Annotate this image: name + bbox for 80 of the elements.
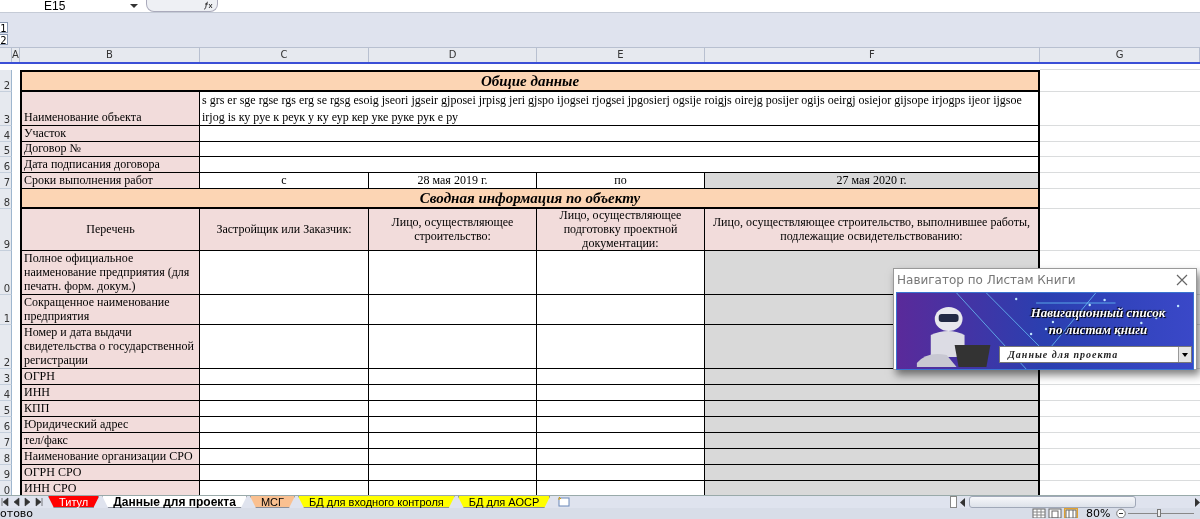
- function-icon: [203, 1, 213, 10]
- row-header[interactable]: 4: [0, 385, 12, 401]
- row-label: Номер и дата выдачи свидетельства о государственной регистрации: [20, 325, 200, 369]
- zoom-level[interactable]: 80%: [1086, 508, 1116, 519]
- row-label: ОГРН СРО: [20, 465, 200, 481]
- column-heading: Лицо, осуществляющее строительство:: [369, 209, 537, 251]
- insert-function-button[interactable]: [146, 0, 218, 12]
- outline-level-button[interactable]: 2: [0, 34, 8, 45]
- row-label: тел/факс: [20, 433, 200, 449]
- row-label: ОГРН: [20, 369, 200, 385]
- field-label: Дата подписания договора: [20, 157, 200, 173]
- row-header[interactable]: 9: [0, 465, 12, 481]
- column-heading: Застройщик или Заказчик:: [200, 209, 369, 251]
- outline-level-button[interactable]: 1: [0, 22, 8, 33]
- column-header[interactable]: D: [369, 48, 537, 62]
- column-heading: Лицо, осуществляющее строительство, выполнившее работы, подлежащие освидетельствованию:: [705, 209, 1040, 251]
- row-header[interactable]: 1: [0, 295, 12, 325]
- last-sheet-icon[interactable]: [33, 496, 44, 508]
- zoom-out-icon[interactable]: [1116, 508, 1126, 518]
- scrollbar-thumb[interactable]: [969, 496, 1136, 508]
- column-heading: Лицо, осуществляющее подготовку проектной документации:: [537, 209, 705, 251]
- scroll-left-icon[interactable]: [960, 497, 966, 507]
- row-header[interactable]: 8: [0, 189, 12, 209]
- row-label: Наименование организации СРО: [20, 449, 200, 465]
- table-cell: s grs er sge rgse rgs erg se rgsg esoig jseori jgseir gjposei jrpisg jeri gjspo ijogsei rjogsei jpgosierj ogsije roigjs oirejg posijer ogijs oeirgj osiejor gijsope irjogps ijeor ijgsoe irjog is ку руе к реук у ку еур кер уке руке рук е ру: [200, 92, 1040, 126]
- dialog-title: Навигатор по Листам Книги: [897, 273, 1076, 287]
- row-header[interactable]: 9: [0, 209, 12, 251]
- row-header[interactable]: 2: [0, 325, 12, 369]
- sheet-tab[interactable]: Титул: [48, 496, 100, 508]
- column-header[interactable]: A: [12, 48, 20, 62]
- close-icon[interactable]: [1176, 274, 1188, 286]
- row-header[interactable]: 3: [0, 369, 12, 385]
- column-header[interactable]: G: [1040, 48, 1200, 62]
- column-header[interactable]: B: [20, 48, 200, 62]
- row-header[interactable]: 0: [0, 251, 12, 295]
- sheet-tab[interactable]: Данные для проекта: [102, 496, 247, 508]
- status-text: отово: [0, 508, 34, 519]
- field-label: Наименование объекта: [20, 92, 200, 126]
- sheet-dropdown[interactable]: Данные для проекта: [999, 346, 1192, 363]
- row-header[interactable]: 6: [0, 417, 12, 433]
- row-header[interactable]: 3: [0, 92, 12, 126]
- row-header[interactable]: 2: [0, 70, 12, 92]
- row-header[interactable]: 8: [0, 449, 12, 465]
- next-sheet-icon[interactable]: [22, 496, 33, 508]
- row-label: Сокращенное наименование предприятия: [20, 295, 200, 325]
- row-header[interactable]: 7: [0, 433, 12, 449]
- table-cell: 27 мая 2020 г.: [705, 173, 1040, 189]
- column-header[interactable]: C: [200, 48, 369, 62]
- row-header[interactable]: 5: [0, 401, 12, 417]
- row-label: КПП: [20, 401, 200, 417]
- scroll-right-icon[interactable]: [1194, 497, 1200, 507]
- page-layout-icon[interactable]: [1048, 508, 1062, 518]
- row-label: Полное официальное наименование предприятия (для печатн. форм. докум.): [20, 251, 200, 295]
- name-box[interactable]: E15: [40, 0, 130, 12]
- previous-sheet-icon[interactable]: [11, 496, 22, 508]
- field-label: Участок: [20, 126, 200, 142]
- section-title: Сводная информация по объекту: [20, 189, 1040, 209]
- column-header[interactable]: E: [537, 48, 705, 62]
- caret-icon[interactable]: [130, 3, 138, 9]
- field-label: Договор №: [20, 142, 200, 157]
- row-header[interactable]: 5: [0, 142, 12, 157]
- zoom-thumb[interactable]: [1157, 509, 1161, 517]
- sheet-tab[interactable]: БД для входного контроля: [298, 496, 455, 508]
- field-label: Сроки выполнения работ: [20, 173, 200, 189]
- section-title: Общие данные: [20, 70, 1040, 92]
- first-sheet-icon[interactable]: [0, 496, 11, 508]
- row-header[interactable]: 6: [0, 157, 12, 173]
- sheet-tab[interactable]: БД для АОСР: [457, 496, 551, 508]
- split-handle[interactable]: [950, 496, 957, 508]
- sheet-tab[interactable]: МСГ: [249, 496, 295, 508]
- column-heading: Перечень: [20, 209, 200, 251]
- row-label: Юридический адрес: [20, 417, 200, 433]
- zoom-slider[interactable]: [1128, 508, 1194, 518]
- row-header[interactable]: 7: [0, 173, 12, 189]
- page-break-icon[interactable]: [1064, 508, 1078, 518]
- row-label: ИНН: [20, 385, 200, 401]
- column-header[interactable]: F: [705, 48, 1040, 62]
- normal-view-icon[interactable]: [1032, 508, 1046, 518]
- banner-heading: Навигационный список по листам книги: [1029, 304, 1167, 338]
- row-header[interactable]: 4: [0, 126, 12, 142]
